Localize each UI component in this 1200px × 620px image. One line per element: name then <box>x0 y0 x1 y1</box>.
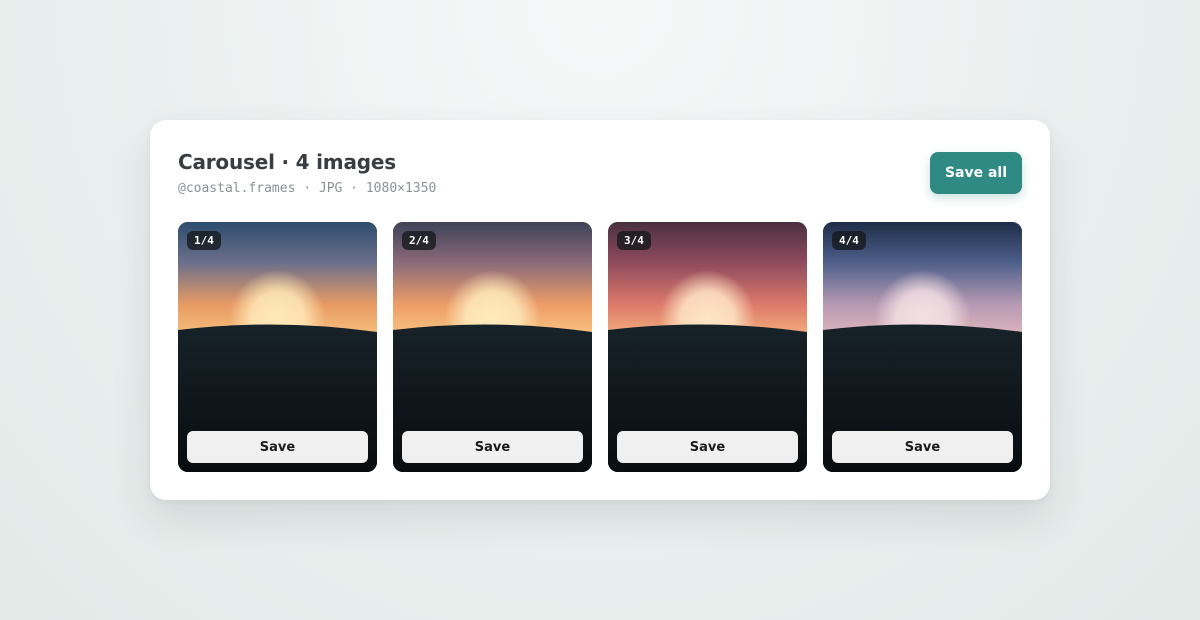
image-grid: 1/4 Save 2/4 Save 3/4 Save 4/4 Save <box>178 222 1022 472</box>
image-tile-3[interactable]: 3/4 Save <box>608 222 807 472</box>
save-image-button[interactable]: Save <box>187 431 368 463</box>
image-tile-1[interactable]: 1/4 Save <box>178 222 377 472</box>
image-tile-2[interactable]: 2/4 Save <box>393 222 592 472</box>
image-index-badge: 4/4 <box>832 231 866 250</box>
image-index-badge: 1/4 <box>187 231 221 250</box>
save-image-button[interactable]: Save <box>402 431 583 463</box>
save-image-button[interactable]: Save <box>832 431 1013 463</box>
image-tile-4[interactable]: 4/4 Save <box>823 222 1022 472</box>
carousel-meta: @coastal.frames · JPG · 1080×1350 <box>178 181 437 196</box>
carousel-card: Carousel · 4 images @coastal.frames · JP… <box>150 120 1050 500</box>
image-index-badge: 3/4 <box>617 231 651 250</box>
carousel-title: Carousel · 4 images <box>178 150 396 174</box>
save-all-button[interactable]: Save all <box>930 152 1022 194</box>
save-image-button[interactable]: Save <box>617 431 798 463</box>
image-index-badge: 2/4 <box>402 231 436 250</box>
